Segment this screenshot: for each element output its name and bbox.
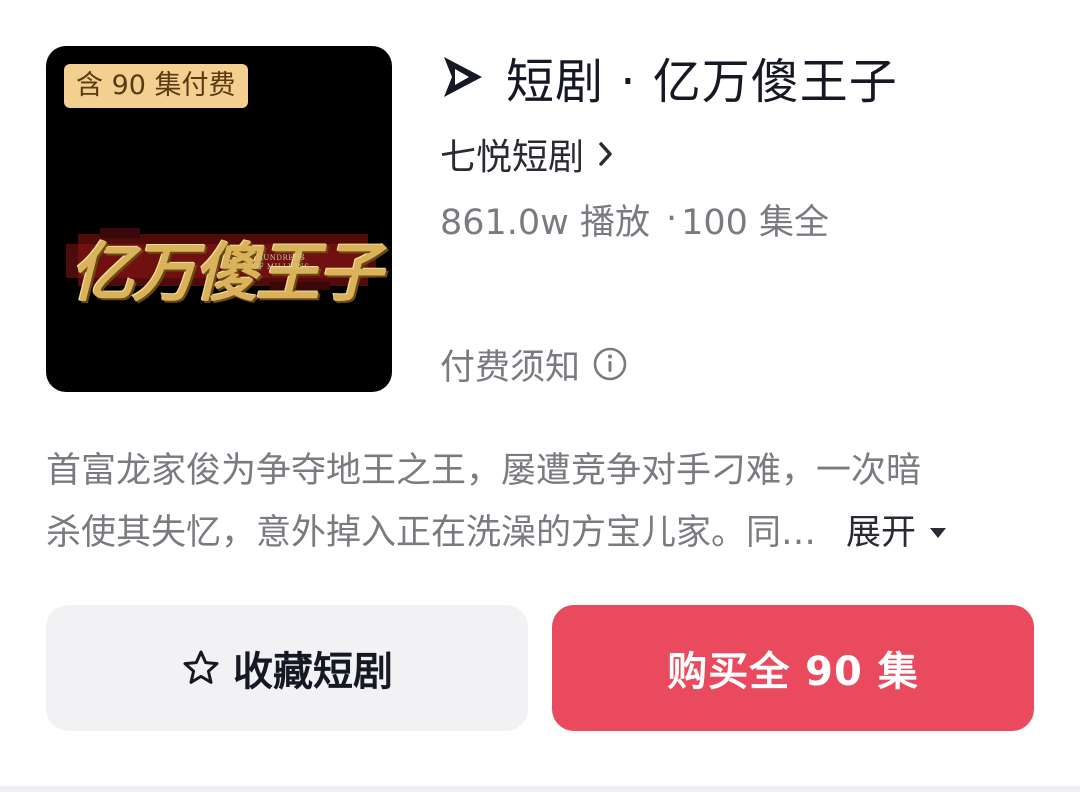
expand-button[interactable]: 展开	[846, 502, 948, 564]
buy-all-episodes-button[interactable]: 购买全 90 集	[552, 605, 1034, 731]
buy-all-episodes-label: 购买全 90 集	[667, 649, 919, 695]
payment-notice-label: 付费须知	[440, 347, 581, 388]
description-line-2: 杀使其失忆，意外掉入正在洗澡的方宝儿家。同… 展开	[46, 502, 1036, 564]
description-line-1: 首富龙家俊为争夺地王之王，屡遭竞争对手刁难，一次暗	[46, 451, 922, 491]
payment-notice-link[interactable]: 付费须知	[440, 338, 628, 390]
drama-description: 首富龙家俊为争夺地王之王，屡遭竞争对手刁难，一次暗 杀使其失忆，意外掉入正在洗澡…	[46, 440, 1036, 564]
creator-link[interactable]: 七悦短剧	[440, 128, 614, 180]
caret-down-icon	[930, 528, 947, 538]
collect-drama-button[interactable]: 收藏短剧	[46, 605, 528, 731]
bottom-divider	[0, 786, 1080, 792]
play-count: 861.0w 播放	[440, 202, 650, 243]
drama-cover[interactable]: 含 90 集付费 亿万傻王子 HUNDREDS OF MILLIONS	[46, 46, 392, 392]
drama-stats: 861.0w 播放 · 100 集全	[440, 194, 829, 244]
info-circle-icon	[593, 347, 627, 381]
chevron-right-icon	[599, 142, 612, 166]
episode-count: 100 集全	[681, 202, 830, 243]
title-row: 短剧 · 亿万傻王子	[440, 44, 898, 110]
star-outline-icon	[183, 650, 219, 684]
cover-art-subtitle: HUNDREDS OF MILLIONS	[252, 254, 310, 271]
paid-episodes-badge: 含 90 集付费	[64, 64, 248, 108]
description-line-2-text: 杀使其失忆，意外掉入正在洗澡的方宝儿家。同…	[46, 513, 817, 553]
collect-drama-label: 收藏短剧	[233, 649, 393, 695]
dot-separator: ·	[665, 199, 678, 239]
douyin-play-icon	[444, 57, 482, 97]
creator-name: 七悦短剧	[440, 137, 585, 178]
drama-title: 短剧 · 亿万傻王子	[506, 54, 898, 110]
expand-label: 展开	[846, 513, 917, 553]
cover-art-title: 亿万傻王子	[70, 236, 382, 311]
